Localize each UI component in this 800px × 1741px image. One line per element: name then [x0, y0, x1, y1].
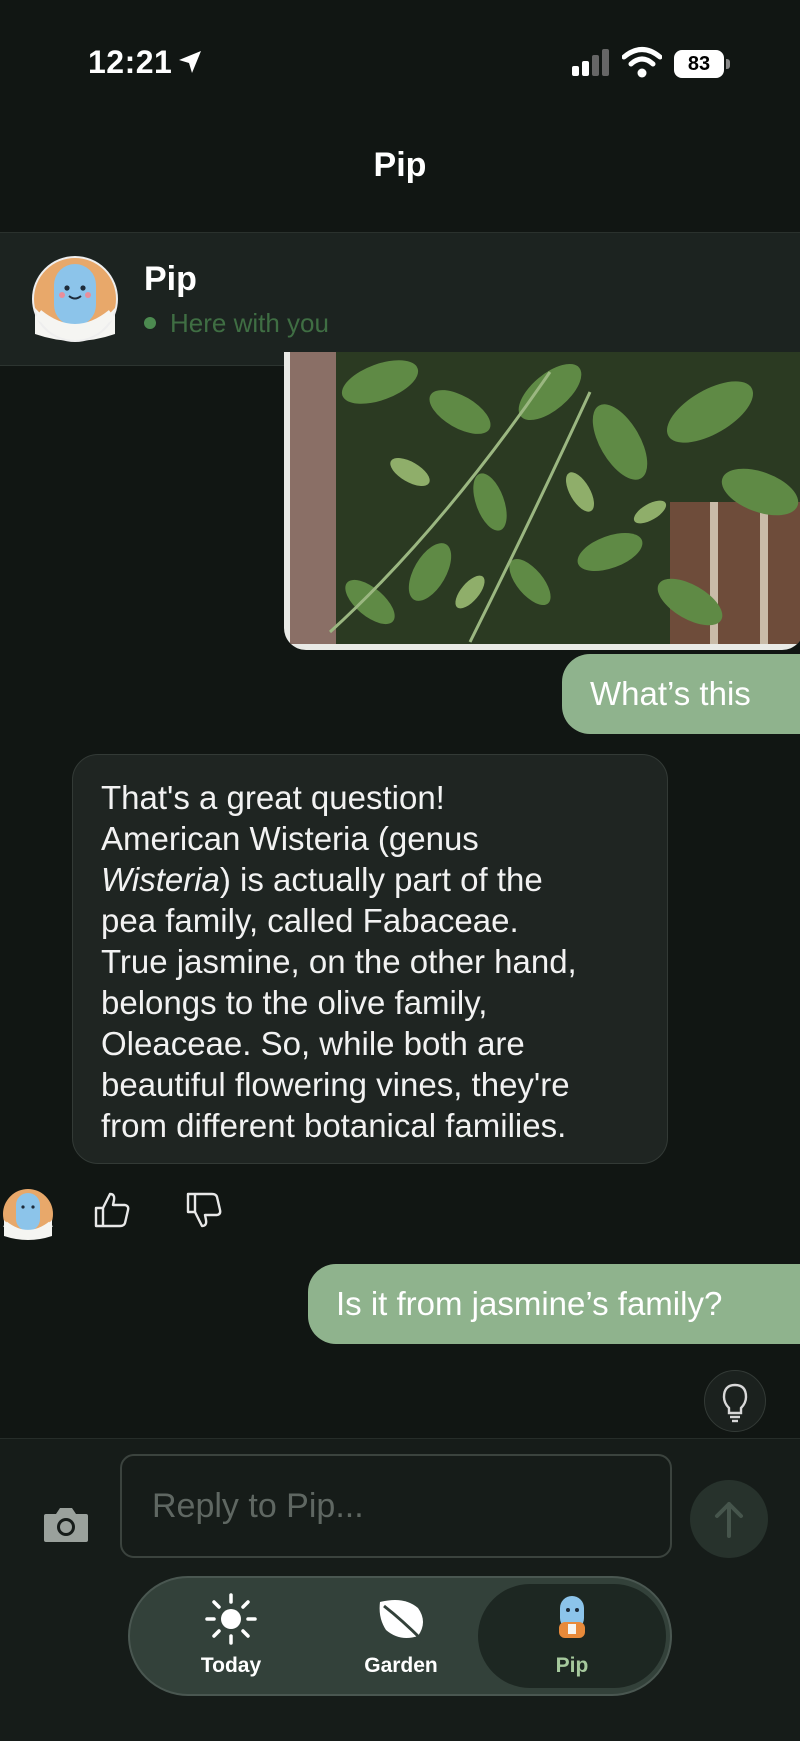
user-message: What’s this — [562, 654, 800, 734]
leaf-icon — [379, 1600, 424, 1642]
message-line: beautiful flowering vines, they're — [101, 1066, 570, 1103]
message-line: True jasmine, on the other hand, — [101, 943, 577, 980]
thumbs-down-icon[interactable] — [184, 1190, 224, 1230]
chat-header — [0, 232, 800, 366]
tab-bar: Today Garden Pip — [128, 1576, 672, 1696]
tab-pip[interactable]: Pip — [478, 1584, 666, 1688]
page-title: Pip — [373, 146, 427, 184]
message-line: pea family, called Fabaceae. — [101, 902, 519, 939]
message-line-rest: ) is actually part of the — [219, 861, 543, 898]
camera-icon[interactable] — [42, 1504, 90, 1544]
battery-indicator: 83 — [674, 50, 732, 80]
genus-italic: Wisteria — [101, 861, 220, 898]
sun-icon — [205, 1593, 257, 1645]
plant-photo[interactable] — [284, 352, 800, 650]
tab-garden[interactable]: Garden — [316, 1578, 486, 1694]
message-line: American Wisteria (genus — [101, 820, 479, 857]
message-line: Oleaceae. So, while both are — [101, 1025, 525, 1062]
contact-name: Pip — [144, 260, 197, 298]
lightbulb-icon — [722, 1383, 748, 1423]
status-time: 12:21 — [88, 44, 173, 80]
contact-status: Here with you — [144, 308, 329, 339]
tab-label: Garden — [364, 1654, 438, 1677]
location-arrow-icon — [179, 51, 201, 73]
pip-avatar[interactable] — [32, 256, 118, 342]
message-line: from different botanical families. — [101, 1107, 567, 1144]
wisteria-leaves-image — [290, 352, 800, 644]
thumbs-up-icon[interactable] — [92, 1190, 132, 1230]
reply-input[interactable] — [120, 1454, 672, 1558]
message-line: belongs to the olive family, — [101, 984, 488, 1021]
status-text: Here with you — [170, 308, 329, 338]
message-line: That's a great question! — [101, 779, 445, 816]
online-dot — [144, 317, 156, 330]
message-line: Wisteria) is actually part of the — [101, 859, 639, 900]
tab-today[interactable]: Today — [146, 1578, 316, 1694]
pip-mascot-icon — [559, 1596, 585, 1638]
cellular-signal-icon — [572, 49, 609, 76]
send-button[interactable] — [690, 1480, 768, 1558]
battery-level: 83 — [674, 50, 724, 78]
wifi-icon — [622, 47, 662, 78]
suggestion-button[interactable] — [704, 1370, 766, 1432]
bot-message: That's a great question! American Wister… — [72, 754, 668, 1164]
user-message: Is it from jasmine’s family? — [308, 1264, 800, 1344]
tab-label: Pip — [555, 1654, 589, 1677]
tab-label: Today — [200, 1654, 262, 1677]
arrow-up-icon — [715, 1502, 743, 1538]
pip-small-avatar — [3, 1189, 53, 1240]
